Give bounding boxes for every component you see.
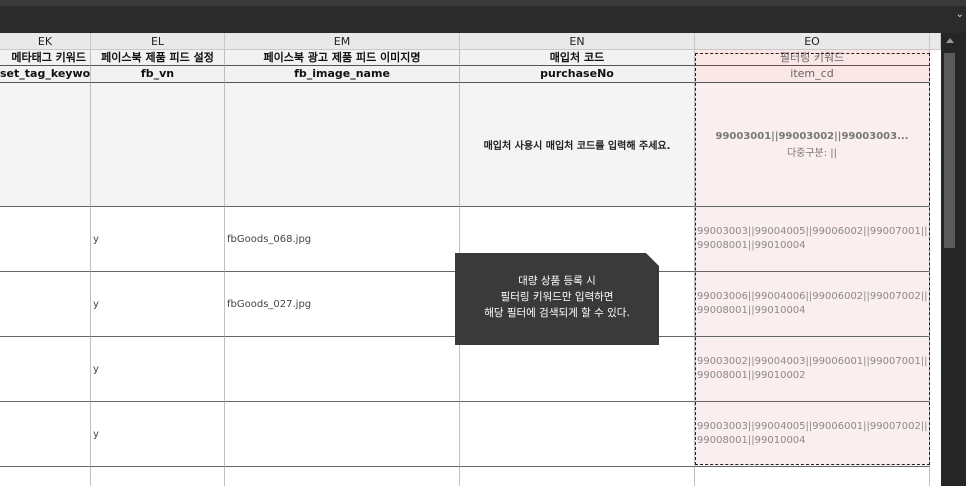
data-cell-purchase[interactable] [460, 402, 695, 467]
vertical-scrollbar[interactable] [941, 33, 966, 486]
header-korean-row: 메타태그 키워드 페이스북 제품 피드 설정 페이스북 광고 제품 피드 이미지… [0, 50, 941, 66]
description-row: 매입처 사용시 매입처 코드를 입력해 주세요. 99003001||99003… [0, 83, 941, 207]
header-cell-filter[interactable]: 필터링 키워드 [695, 50, 930, 66]
header-cell[interactable]: 메타태그 키워드 [0, 50, 91, 66]
scroll-up-icon[interactable] [946, 38, 954, 43]
data-cell-fb-vn[interactable]: y [91, 337, 225, 402]
annotation-tooltip: 대량 상품 등록 시 필터링 키워드만 입력하면 해당 필터에 검색되게 할 수… [455, 253, 660, 345]
data-cell-item-cd[interactable]: 99003003||99004005||99006001||99007002||… [695, 402, 930, 467]
data-cell[interactable] [225, 467, 460, 486]
data-cell-fb-vn[interactable]: y [91, 402, 225, 467]
field-cell[interactable]: fb_vn [91, 66, 225, 83]
data-cell-fb-image[interactable] [225, 402, 460, 467]
column-header-filler [930, 33, 941, 50]
spreadsheet-grid: EK EL EM EN EO 메타태그 키워드 페이스북 제품 피드 설정 페이… [0, 33, 941, 486]
field-cell[interactable]: set_tag_keyword [0, 66, 91, 83]
column-header-en[interactable]: EN [460, 33, 695, 50]
description-cell-purchase[interactable]: 매입처 사용시 매입처 코드를 입력해 주세요. [460, 83, 695, 207]
data-cell-fb-image[interactable]: fbGoods_027.jpg [225, 272, 460, 337]
data-cell[interactable] [0, 272, 91, 337]
column-header-ek[interactable]: EK [0, 33, 91, 50]
toolbar-strip [0, 0, 966, 6]
scroll-thumb[interactable] [944, 53, 955, 248]
data-cell[interactable] [0, 467, 91, 486]
tooltip-notch [646, 253, 660, 267]
column-header-el[interactable]: EL [91, 33, 225, 50]
column-header-eo[interactable]: EO [695, 33, 930, 50]
data-cell-item-cd[interactable]: 99003006||99004006||99006002||99007002||… [695, 272, 930, 337]
filter-description-line2: 다중구분: || [786, 147, 838, 159]
data-cell-item-cd[interactable]: 99003003||99004005||99006002||99007001||… [695, 207, 930, 272]
chevron-down-icon[interactable]: ⌄ [956, 9, 964, 20]
field-cell[interactable]: fb_image_name [225, 66, 460, 83]
data-cell-item-cd[interactable]: 99003002||99004003||99006001||99007001||… [695, 337, 930, 402]
column-header-em[interactable]: EM [225, 33, 460, 50]
header-field-row: set_tag_keyword fb_vn fb_image_name purc… [0, 66, 941, 83]
header-cell[interactable]: 페이스북 제품 피드 설정 [91, 50, 225, 66]
data-cell-fb-vn[interactable]: y [91, 272, 225, 337]
tooltip-text: 대량 상품 등록 시 필터링 키워드만 입력하면 해당 필터에 검색되게 할 수… [484, 275, 630, 319]
header-cell[interactable]: 페이스북 광고 제품 피드 이미지명 [225, 50, 460, 66]
data-cell-fb-image[interactable] [225, 337, 460, 402]
description-cell-filter[interactable]: 99003001||99003002||99003003... 다중구분: || [695, 83, 930, 207]
data-cell[interactable] [0, 337, 91, 402]
table-row: y 99003003||99004005||99006001||99007002… [0, 402, 941, 467]
description-cell[interactable] [0, 83, 91, 207]
filter-description-line1: 99003001||99003002||99003003... [715, 130, 909, 142]
table-row [0, 467, 941, 486]
purchase-description: 매입처 사용시 매입처 코드를 입력해 주세요. [483, 141, 671, 152]
table-row: y 99003002||99004003||99006001||99007001… [0, 337, 941, 402]
description-cell[interactable] [91, 83, 225, 207]
field-cell-filter[interactable]: item_cd [695, 66, 930, 83]
data-cell[interactable] [695, 467, 930, 486]
data-cell-purchase[interactable] [460, 337, 695, 402]
data-cell[interactable] [460, 467, 695, 486]
data-cell-fb-vn[interactable]: y [91, 207, 225, 272]
data-cell[interactable] [91, 467, 225, 486]
data-cell[interactable] [0, 207, 91, 272]
data-cell-fb-image[interactable]: fbGoods_068.jpg [225, 207, 460, 272]
column-header-row: EK EL EM EN EO [0, 33, 941, 50]
data-cell[interactable] [0, 402, 91, 467]
top-toolbar: ⌄ [0, 0, 966, 33]
description-cell[interactable] [225, 83, 460, 207]
header-cell[interactable]: 매입처 코드 [460, 50, 695, 66]
field-cell[interactable]: purchaseNo [460, 66, 695, 83]
